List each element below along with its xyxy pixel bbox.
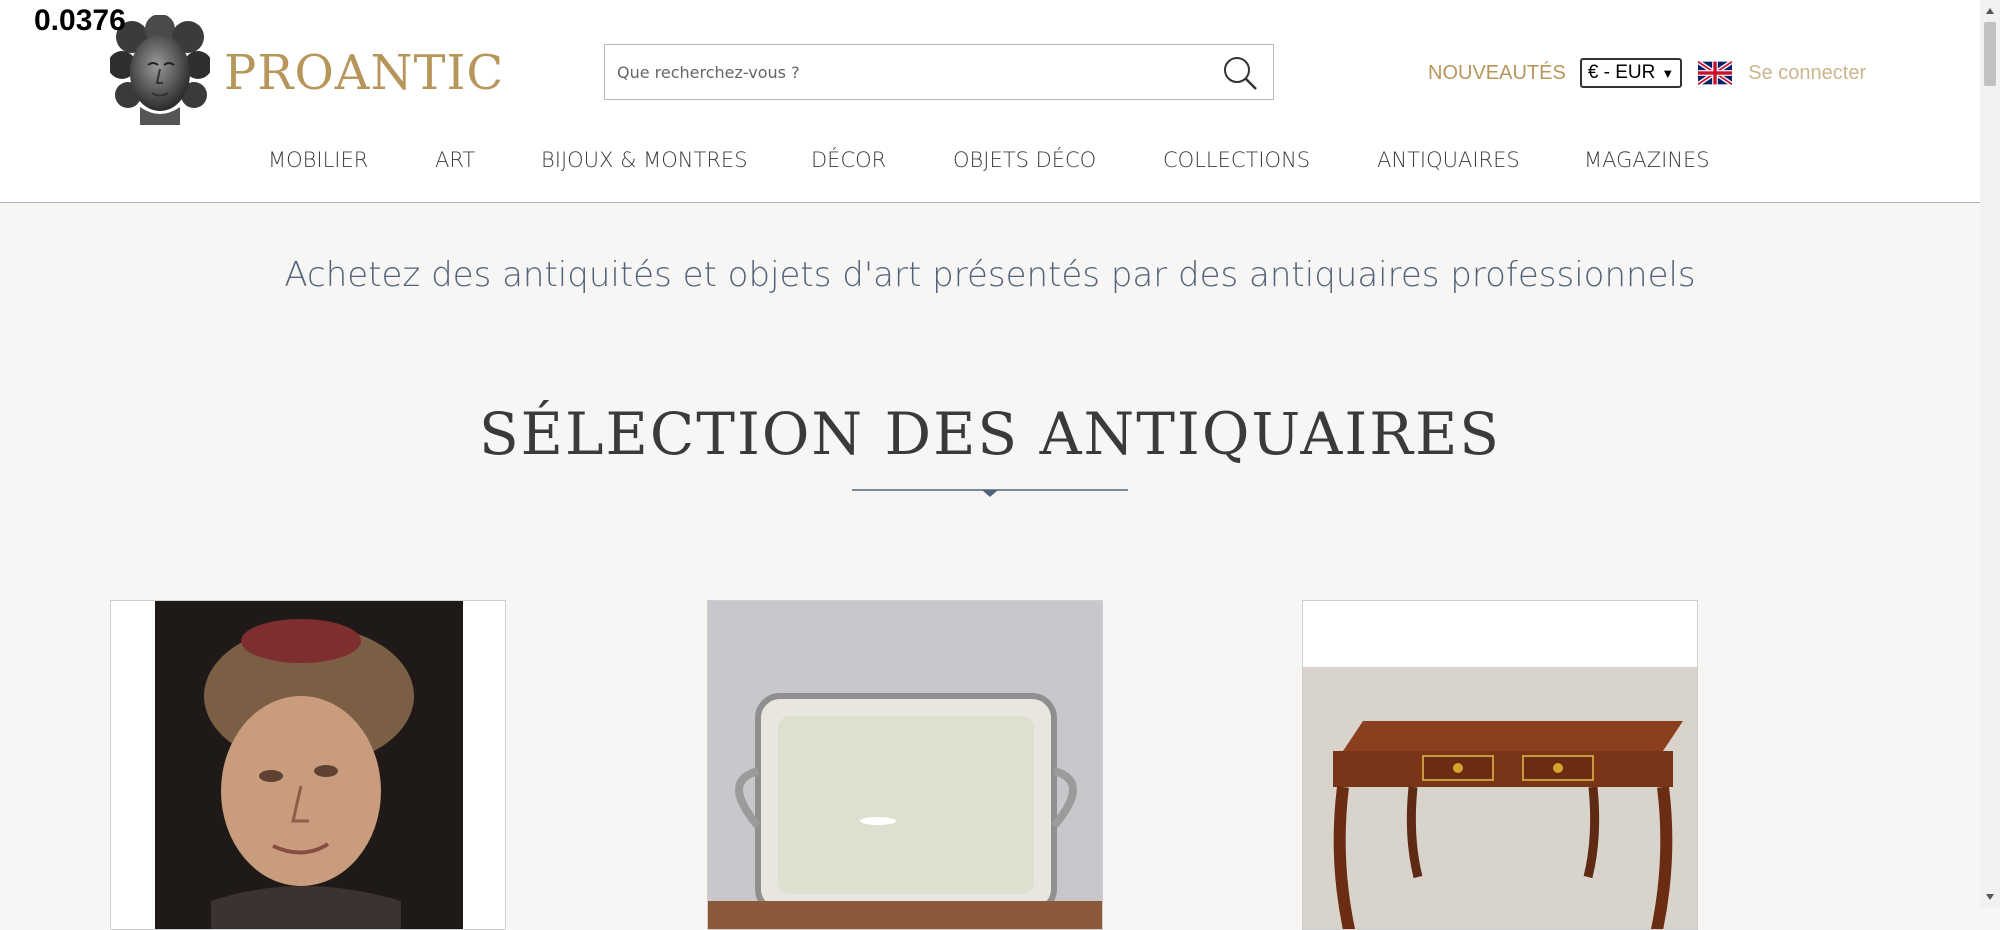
site-header: PROANTIC NOUVEAUTÉS € - EUR ▼ Se connect… (0, 0, 1980, 203)
brand-name: PROANTIC (224, 45, 505, 101)
tagline: Achetez des antiquités et objets d'art p… (284, 255, 1696, 295)
nav-item-antiquaires[interactable]: ANTIQUAIRES (1377, 148, 1520, 172)
product-card[interactable] (1302, 600, 1698, 930)
scroll-down-arrow-icon[interactable] (1985, 892, 1995, 902)
scroll-up-arrow-icon[interactable] (1985, 6, 1995, 16)
nav-item-art[interactable]: ART (435, 148, 475, 172)
nav-item-magazines[interactable]: MAGAZINES (1584, 148, 1710, 172)
section-title: SÉLECTION DES ANTIQUAIRES (478, 400, 1502, 468)
currency-select[interactable]: € - EUR ▼ (1579, 58, 1683, 88)
nav-item-bijoux-montres[interactable]: BIJOUX & MONTRES (541, 148, 748, 172)
currency-value: € - EUR (1587, 62, 1656, 83)
chevron-down-icon: ▼ (1661, 65, 1675, 81)
page-scrollbar[interactable] (1980, 0, 2000, 908)
section-divider (852, 489, 1128, 497)
portrait-painting-image (111, 601, 505, 929)
nouveautes-link[interactable]: NOUVEAUTÉS (1428, 62, 1566, 85)
logo-link[interactable]: PROANTIC (110, 15, 503, 125)
uk-flag-icon[interactable] (1698, 61, 1733, 85)
product-card[interactable] (110, 600, 506, 930)
header-actions: NOUVEAUTÉS € - EUR ▼ Se connecter (1428, 56, 1866, 90)
nav-item-mobilier[interactable]: MOBILIER (268, 148, 368, 172)
main-nav: MOBILIER ART BIJOUX & MONTRES DÉCOR OBJE… (0, 148, 1980, 178)
marquetry-desk-image (1303, 601, 1697, 929)
silver-tray-image (708, 601, 1102, 929)
login-link[interactable]: Se connecter (1748, 62, 1866, 85)
nav-item-decor[interactable]: DÉCOR (811, 148, 886, 172)
product-card[interactable] (707, 600, 1103, 930)
nav-item-collections[interactable]: COLLECTIONS (1163, 148, 1310, 172)
nav-item-objets-deco[interactable]: OBJETS DÉCO (953, 148, 1096, 172)
search-input[interactable] (605, 45, 1207, 99)
search-icon[interactable] (1221, 54, 1259, 92)
overlay-value: 0.0376 (34, 4, 126, 37)
search-box (604, 44, 1274, 100)
scrollbar-thumb[interactable] (1984, 22, 1996, 86)
